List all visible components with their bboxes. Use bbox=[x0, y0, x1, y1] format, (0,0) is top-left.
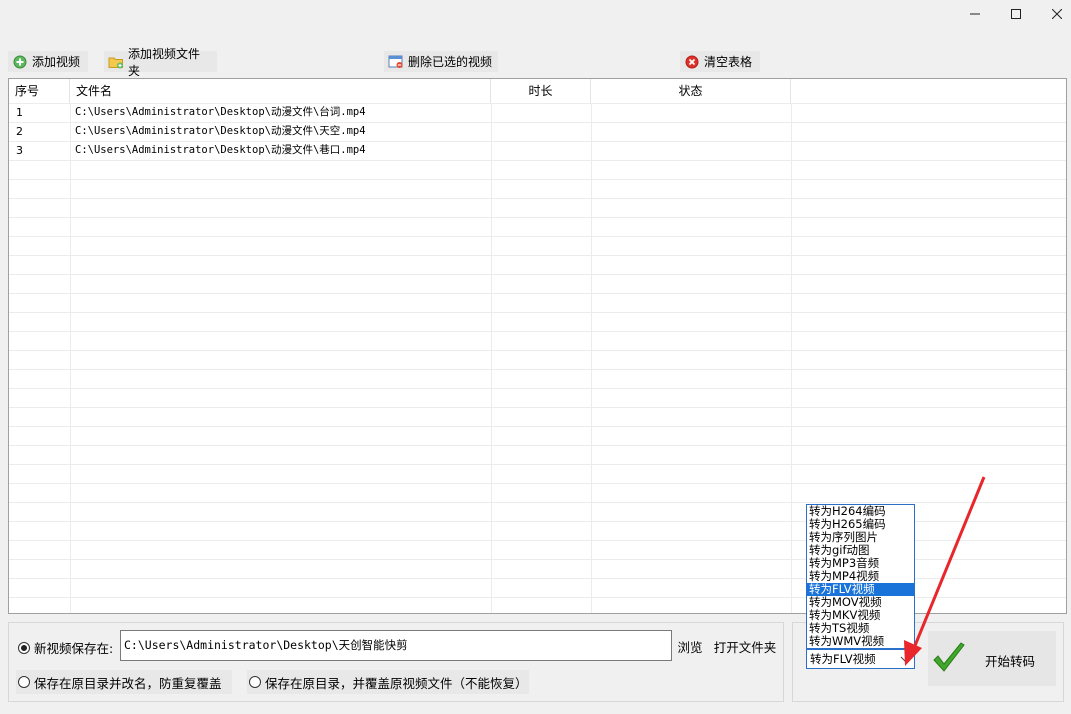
format-option[interactable]: 转为MP4视频 bbox=[807, 570, 914, 583]
grid-row-line bbox=[9, 388, 1066, 389]
overwrite-option-label: 保存在原目录，并覆盖原视频文件（不能恢复） bbox=[265, 675, 528, 691]
chevron-down-icon bbox=[900, 656, 910, 662]
add-folder-button[interactable]: 添加视频文件夹 bbox=[104, 47, 217, 78]
radio-empty-icon bbox=[249, 676, 261, 688]
row-3-status bbox=[591, 141, 791, 160]
format-option[interactable]: 转为WMV视频 bbox=[807, 635, 914, 648]
format-option[interactable]: 转为MKV视频 bbox=[807, 609, 914, 622]
row-1-index: 1 bbox=[16, 106, 23, 119]
open-folder-button[interactable]: 打开文件夹 bbox=[710, 636, 780, 656]
grid-row-line bbox=[9, 293, 1066, 294]
add-folder-label: 添加视频文件夹 bbox=[128, 46, 201, 78]
format-option[interactable]: 转为MOV视频 bbox=[807, 596, 914, 609]
add-circle-icon bbox=[12, 54, 28, 70]
add-video-button[interactable]: 添加视频 bbox=[8, 51, 88, 72]
grid-row-line bbox=[9, 483, 1066, 484]
grid-row-line bbox=[9, 179, 1066, 180]
row-2-index: 2 bbox=[16, 125, 23, 138]
folder-add-icon bbox=[108, 54, 124, 70]
save-to-radio[interactable]: 新视频保存在: bbox=[18, 638, 113, 657]
row-3-filename: C:\Users\Administrator\Desktop\动漫文件\巷口.m… bbox=[75, 144, 366, 156]
minimize-icon bbox=[970, 13, 980, 15]
format-selected-value: 转为FLV视频 bbox=[810, 652, 876, 666]
grid-row-line bbox=[9, 445, 1066, 446]
save-to-label: 新视频保存在: bbox=[34, 641, 114, 656]
format-option[interactable]: 转为TS视频 bbox=[807, 622, 914, 635]
clear-table-button[interactable]: 清空表格 bbox=[680, 51, 760, 72]
save-path-input[interactable]: C:\Users\Administrator\Desktop\天创智能快剪 bbox=[120, 630, 672, 661]
header-filename[interactable]: 文件名 bbox=[70, 79, 491, 103]
row-2-status bbox=[591, 122, 791, 141]
delete-selected-button[interactable]: 删除已选的视频 bbox=[384, 51, 498, 72]
maximize-button[interactable] bbox=[996, 0, 1036, 28]
format-option-highlighted[interactable]: 转为FLV视频 bbox=[807, 583, 914, 596]
grid-row-line bbox=[9, 369, 1066, 370]
row-1-duration bbox=[491, 103, 591, 122]
radio-empty-icon bbox=[18, 676, 30, 688]
grid-row-line bbox=[9, 236, 1066, 237]
header-status[interactable]: 状态 bbox=[591, 79, 791, 103]
minimize-button[interactable] bbox=[955, 0, 995, 28]
format-option[interactable]: 转为gif动图 bbox=[807, 544, 914, 557]
grid-row-line bbox=[9, 274, 1066, 275]
format-dropdown-list[interactable]: 转为H264编码 转为H265编码 转为序列图片 转为gif动图 转为MP3音频… bbox=[806, 504, 915, 649]
overwrite-option-radio[interactable]: 保存在原目录，并覆盖原视频文件（不能恢复） bbox=[247, 670, 529, 694]
start-convert-label: 开始转码 bbox=[985, 654, 1036, 669]
grid-row-line bbox=[9, 312, 1066, 313]
rename-option-radio[interactable]: 保存在原目录并改名，防重复覆盖 bbox=[16, 670, 232, 694]
maximize-icon bbox=[1011, 9, 1021, 19]
row-3-duration bbox=[491, 141, 591, 160]
row-2-filename: C:\Users\Administrator\Desktop\动漫文件\天空.m… bbox=[75, 125, 366, 137]
grid-row-line bbox=[9, 198, 1066, 199]
grid-row-line bbox=[9, 502, 1066, 503]
delete-selected-label: 删除已选的视频 bbox=[408, 55, 493, 69]
grid-col-line bbox=[591, 103, 592, 613]
close-icon bbox=[1052, 9, 1062, 19]
format-select[interactable]: 转为FLV视频 bbox=[806, 649, 915, 669]
grid-col-line bbox=[491, 103, 492, 613]
grid-col-line bbox=[791, 103, 792, 613]
start-convert-button[interactable]: 开始转码 bbox=[928, 631, 1056, 686]
delete-window-icon bbox=[388, 54, 404, 70]
header-filler bbox=[791, 79, 1066, 103]
clear-table-label: 清空表格 bbox=[704, 55, 753, 69]
grid-row-line bbox=[9, 426, 1066, 427]
checkmark-icon bbox=[933, 642, 965, 672]
grid-row-line bbox=[9, 255, 1066, 256]
header-index[interactable]: 序号 bbox=[9, 79, 70, 103]
format-option[interactable]: 转为MP3音频 bbox=[807, 557, 914, 570]
grid-row-line bbox=[9, 350, 1066, 351]
format-option[interactable]: 转为序列图片 bbox=[807, 531, 914, 544]
grid-row-line bbox=[9, 217, 1066, 218]
clear-x-icon bbox=[684, 54, 700, 70]
row-3-index: 3 bbox=[16, 144, 23, 157]
format-option[interactable]: 转为H265编码 bbox=[807, 518, 914, 531]
rename-option-label: 保存在原目录并改名，防重复覆盖 bbox=[34, 675, 222, 691]
add-video-label: 添加视频 bbox=[32, 55, 81, 69]
row-1-filename: C:\Users\Administrator\Desktop\动漫文件\台词.m… bbox=[75, 106, 366, 118]
grid-row-line bbox=[9, 407, 1066, 408]
header-duration[interactable]: 时长 bbox=[491, 79, 591, 103]
browse-button[interactable]: 浏览 bbox=[676, 636, 704, 656]
row-2-duration bbox=[491, 122, 591, 141]
grid-row-line bbox=[9, 331, 1066, 332]
close-button[interactable] bbox=[1037, 0, 1071, 28]
grid-row-line bbox=[9, 464, 1066, 465]
grid-col-line bbox=[70, 103, 71, 613]
grid-row-line bbox=[9, 160, 1066, 161]
row-1-status bbox=[591, 103, 791, 122]
format-option[interactable]: 转为H264编码 bbox=[807, 505, 914, 518]
radio-selected-icon bbox=[18, 641, 30, 654]
